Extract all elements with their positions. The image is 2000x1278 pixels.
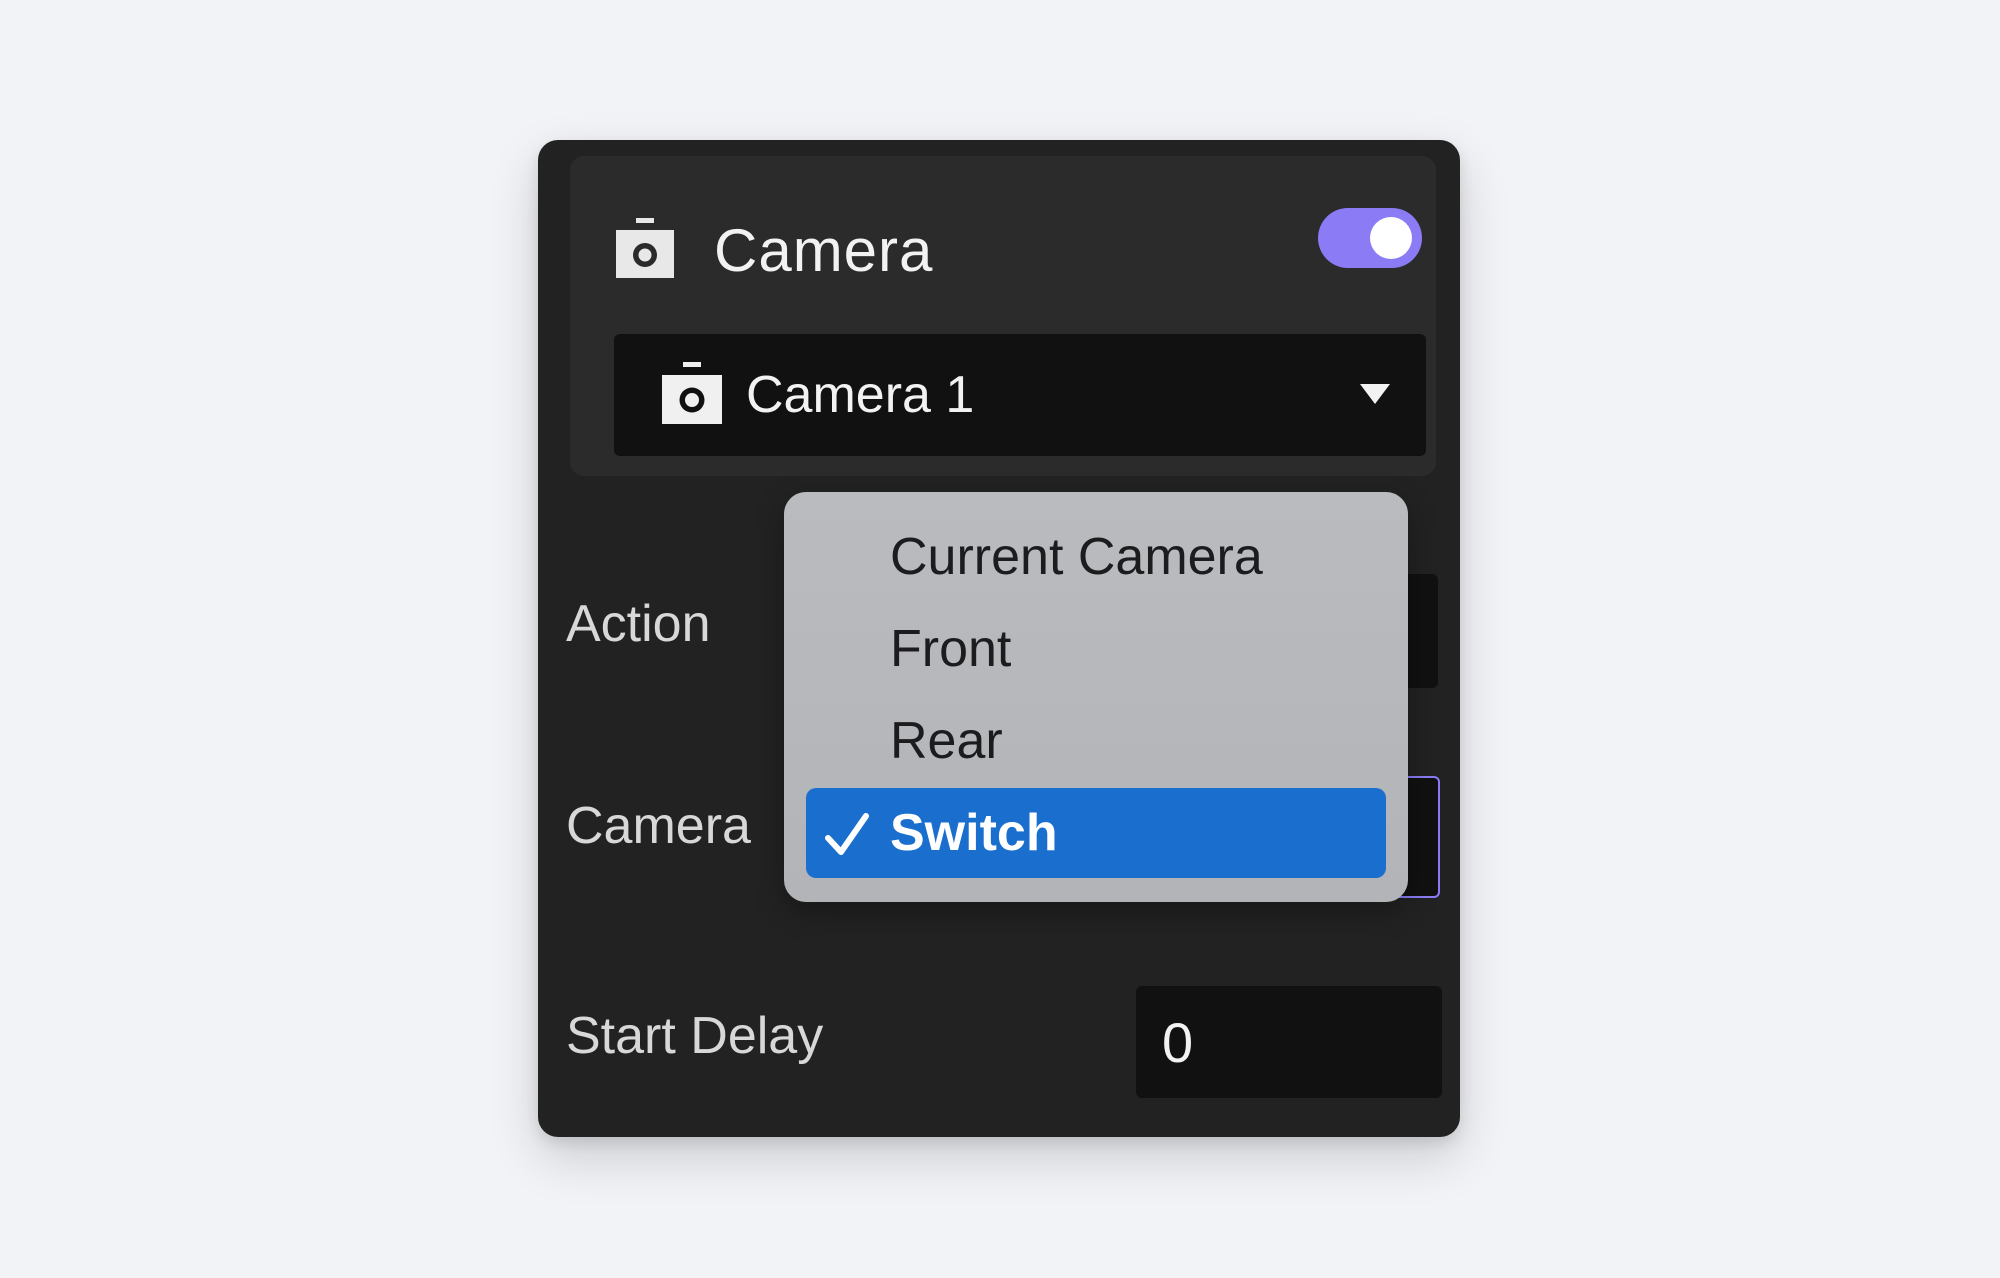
camera-header-card: Camera Camera 1 <box>570 156 1436 476</box>
camera-source-select[interactable]: Camera 1 <box>614 334 1426 456</box>
camera-icon <box>662 362 722 424</box>
start-delay-input[interactable]: 0 <box>1136 986 1442 1098</box>
section-title: Camera <box>714 217 934 284</box>
menu-item-label: Current Camera <box>890 528 1263 586</box>
menu-item-label: Switch <box>890 804 1058 862</box>
chevron-down-icon <box>1360 384 1390 404</box>
camera-select-value: Camera 1 <box>746 366 975 424</box>
menu-item-label: Front <box>890 620 1012 678</box>
menu-item-label: Rear <box>890 712 1003 770</box>
menu-item-current-camera[interactable]: Current Camera <box>806 512 1386 602</box>
toggle-knob <box>1370 217 1412 259</box>
action-label: Action <box>566 595 711 653</box>
checkmark-icon <box>824 810 870 858</box>
camera-icon <box>616 218 674 278</box>
camera-enabled-toggle[interactable] <box>1318 208 1422 268</box>
menu-item-switch[interactable]: Switch <box>806 788 1386 878</box>
menu-item-front[interactable]: Front <box>806 604 1386 694</box>
menu-item-rear[interactable]: Rear <box>806 696 1386 786</box>
start-delay-label: Start Delay <box>566 1007 824 1065</box>
start-delay-value: 0 <box>1162 1011 1194 1074</box>
camera-mode-dropdown-menu: Current Camera Front Rear Switch <box>784 492 1408 902</box>
camera-label: Camera <box>566 797 751 855</box>
